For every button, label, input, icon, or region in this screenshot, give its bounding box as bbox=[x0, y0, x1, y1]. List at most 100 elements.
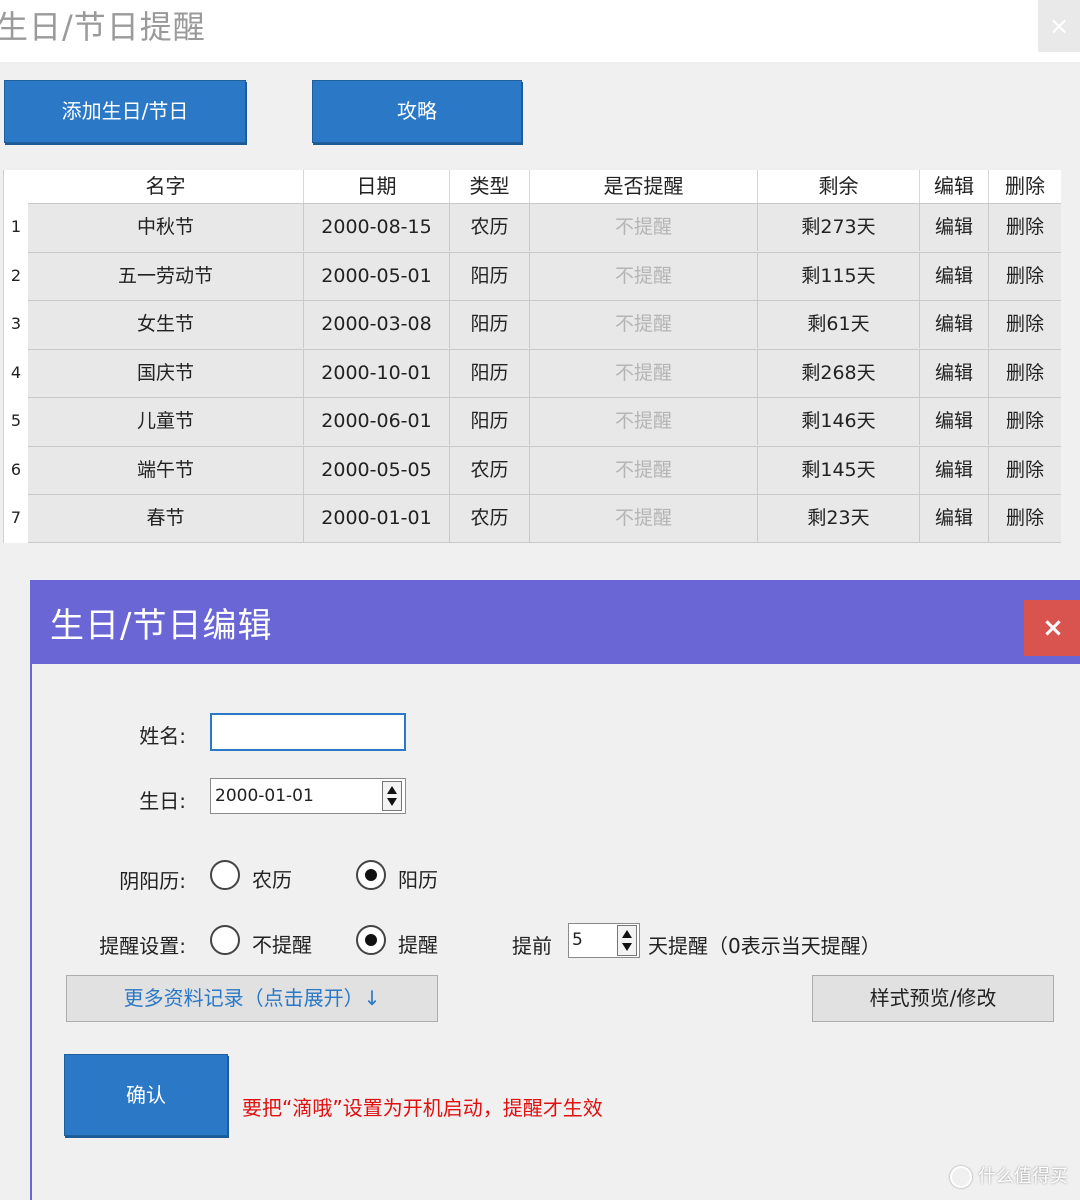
days-spinner[interactable] bbox=[617, 925, 637, 956]
dialog-titlebar[interactable]: 生日/节日编辑 × bbox=[32, 580, 1080, 664]
delete-link[interactable]: 删除 bbox=[989, 495, 1061, 542]
header-edit[interactable]: 编辑 bbox=[920, 170, 989, 203]
solar-radio-label[interactable]: 阳历 bbox=[398, 864, 438, 893]
table-row[interactable]: 五一劳动节 2000-05-01 阳历 不提醒 剩115天 编辑 删除 bbox=[28, 251, 1061, 300]
row-number: 3 bbox=[4, 300, 28, 349]
lunar-radio[interactable] bbox=[210, 860, 240, 890]
header-remind[interactable]: 是否提醒 bbox=[530, 170, 758, 203]
startup-warning: 要把“滴哦”设置为开机启动，提醒才生效 bbox=[242, 1096, 603, 1120]
remind-radio-label[interactable]: 提醒 bbox=[398, 929, 438, 958]
row-number: 2 bbox=[4, 251, 28, 300]
table-row[interactable]: 中秋节 2000-08-15 农历 不提醒 剩273天 编辑 删除 bbox=[28, 203, 1061, 252]
cell-type: 阳历 bbox=[450, 301, 530, 348]
cell-remind: 不提醒 bbox=[530, 446, 758, 494]
row-number: 4 bbox=[4, 348, 28, 397]
table-row[interactable]: 儿童节 2000-06-01 阳历 不提醒 剩146天 编辑 删除 bbox=[28, 397, 1061, 446]
remind-radio[interactable] bbox=[356, 925, 386, 955]
name-input[interactable] bbox=[210, 713, 406, 751]
cell-remind: 不提醒 bbox=[530, 398, 758, 445]
cell-name: 女生节 bbox=[28, 301, 304, 348]
edit-link[interactable]: 编辑 bbox=[920, 349, 989, 397]
edit-dialog: 生日/节日编辑 × 姓名: 生日: 2000-01-01 阴阳历: 农历 阳历 … bbox=[30, 580, 1080, 1200]
edit-link[interactable]: 编辑 bbox=[920, 495, 989, 542]
date-spinner[interactable] bbox=[382, 781, 402, 811]
delete-link[interactable]: 删除 bbox=[989, 398, 1061, 445]
delete-link[interactable]: 删除 bbox=[989, 447, 1061, 494]
spin-down-icon[interactable] bbox=[622, 943, 632, 951]
advance-label: 提前 bbox=[512, 934, 552, 958]
spin-up-icon[interactable] bbox=[387, 786, 397, 794]
no-remind-radio-label[interactable]: 不提醒 bbox=[252, 929, 312, 958]
cell-remaining: 剩273天 bbox=[758, 204, 920, 251]
cell-type: 阳历 bbox=[450, 398, 530, 445]
birthday-value: 2000-01-01 bbox=[215, 786, 314, 806]
edit-link[interactable]: 编辑 bbox=[920, 252, 989, 300]
cell-remaining: 剩146天 bbox=[758, 398, 920, 445]
calendar-type-label: 阴阳历: bbox=[119, 869, 186, 893]
row-number: 6 bbox=[4, 445, 28, 494]
no-remind-radio[interactable] bbox=[210, 925, 240, 955]
guide-button[interactable]: 攻略 bbox=[312, 80, 522, 143]
spin-down-icon[interactable] bbox=[387, 798, 397, 806]
events-table: 名字 日期 类型 是否提醒 剩余 编辑 删除 1 中秋节 2000-08-15 … bbox=[3, 170, 1061, 543]
dialog-title: 生日/节日编辑 bbox=[50, 606, 273, 646]
add-birthday-button[interactable]: 添加生日/节日 bbox=[4, 80, 246, 143]
cell-date: 2000-10-01 bbox=[304, 349, 450, 397]
cell-date: 2000-08-15 bbox=[304, 204, 450, 251]
advance-suffix: 天提醒（0表示当天提醒） bbox=[648, 934, 881, 958]
cell-date: 2000-05-05 bbox=[304, 446, 450, 494]
cell-remaining: 剩145天 bbox=[758, 446, 920, 494]
header-date[interactable]: 日期 bbox=[304, 170, 450, 203]
window-close-button[interactable]: × bbox=[1038, 0, 1080, 52]
cell-type: 阳历 bbox=[450, 349, 530, 397]
cell-remind: 不提醒 bbox=[530, 301, 758, 348]
table-row[interactable]: 女生节 2000-03-08 阳历 不提醒 剩61天 编辑 删除 bbox=[28, 300, 1061, 349]
window-title: 生日/节日提醒 bbox=[0, 8, 206, 46]
cell-name: 春节 bbox=[28, 495, 304, 542]
solar-radio[interactable] bbox=[356, 860, 386, 890]
row-number: 7 bbox=[4, 494, 28, 543]
birthday-date-picker[interactable]: 2000-01-01 bbox=[210, 778, 406, 814]
table-row[interactable]: 国庆节 2000-10-01 阳历 不提醒 剩268天 编辑 删除 bbox=[28, 348, 1061, 397]
cell-name: 国庆节 bbox=[28, 349, 304, 397]
edit-link[interactable]: 编辑 bbox=[920, 446, 989, 494]
spin-up-icon[interactable] bbox=[622, 930, 632, 938]
cell-remind: 不提醒 bbox=[530, 349, 758, 397]
cell-remaining: 剩23天 bbox=[758, 495, 920, 542]
header-remaining[interactable]: 剩余 bbox=[758, 170, 920, 203]
cell-type: 农历 bbox=[450, 204, 530, 251]
edit-link[interactable]: 编辑 bbox=[920, 204, 989, 251]
table-row[interactable]: 春节 2000-01-01 农历 不提醒 剩23天 编辑 删除 bbox=[28, 494, 1061, 543]
cell-remaining: 剩61天 bbox=[758, 301, 920, 348]
delete-link[interactable]: 删除 bbox=[989, 204, 1061, 251]
advance-days-stepper[interactable]: 5 bbox=[568, 923, 640, 958]
delete-link[interactable]: 删除 bbox=[989, 350, 1061, 397]
more-records-button[interactable]: 更多资料记录（点击展开）↓ bbox=[66, 975, 438, 1022]
delete-link[interactable]: 删除 bbox=[989, 253, 1061, 300]
cell-date: 2000-03-08 bbox=[304, 301, 450, 348]
lunar-radio-label[interactable]: 农历 bbox=[252, 864, 292, 893]
row-number: 5 bbox=[4, 397, 28, 446]
dialog-close-button[interactable]: × bbox=[1024, 600, 1080, 656]
header-name[interactable]: 名字 bbox=[28, 170, 304, 203]
cell-remaining: 剩268天 bbox=[758, 349, 920, 397]
cell-type: 阳历 bbox=[450, 252, 530, 300]
row-number: 1 bbox=[4, 203, 28, 252]
header-delete[interactable]: 删除 bbox=[989, 170, 1061, 203]
main-titlebar: 生日/节日提醒 × bbox=[0, 0, 1080, 62]
edit-link[interactable]: 编辑 bbox=[920, 398, 989, 445]
watermark-logo-icon bbox=[950, 1166, 972, 1188]
cell-date: 2000-05-01 bbox=[304, 252, 450, 300]
cell-name: 中秋节 bbox=[28, 204, 304, 251]
edit-link[interactable]: 编辑 bbox=[920, 301, 989, 348]
confirm-button[interactable]: 确认 bbox=[64, 1054, 228, 1136]
name-label: 姓名: bbox=[139, 724, 186, 748]
table-row[interactable]: 端午节 2000-05-05 农历 不提醒 剩145天 编辑 删除 bbox=[28, 445, 1061, 494]
delete-link[interactable]: 删除 bbox=[989, 301, 1061, 348]
watermark-text: 什么值得买 bbox=[978, 1166, 1068, 1187]
style-preview-button[interactable]: 样式预览/修改 bbox=[812, 975, 1054, 1022]
header-type[interactable]: 类型 bbox=[450, 170, 530, 203]
cell-remaining: 剩115天 bbox=[758, 252, 920, 300]
cell-date: 2000-06-01 bbox=[304, 398, 450, 445]
cell-type: 农历 bbox=[450, 495, 530, 542]
